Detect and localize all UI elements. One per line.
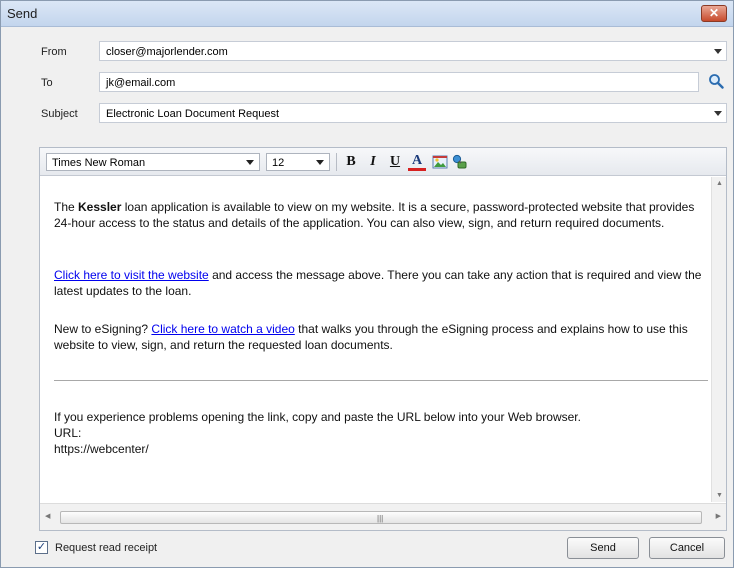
dialog-title: Send — [7, 6, 38, 21]
font-size-select[interactable]: 12 — [266, 153, 330, 171]
intro-paragraph: The Kessler loan application is availabl… — [54, 199, 708, 231]
message-divider — [54, 380, 708, 381]
message-editor: Times New Roman 12 B I U A The Kessler l… — [39, 147, 727, 531]
watch-video-link[interactable]: Click here to watch a video — [151, 322, 294, 336]
subject-label: Subject — [41, 108, 78, 120]
grip-icon: ||| — [377, 514, 384, 523]
font-color-icon[interactable]: A — [408, 153, 426, 171]
font-size-value: 12 — [272, 157, 285, 169]
url-label: URL: — [54, 426, 82, 440]
chevron-down-icon[interactable] — [714, 49, 722, 54]
troubleshoot-paragraph: If you experience problems opening the l… — [54, 409, 708, 457]
vertical-scrollbar[interactable]: ▲ ▼ — [711, 177, 726, 502]
check-icon: ✓ — [36, 541, 47, 553]
video-paragraph: New to eSigning? Click here to watch a v… — [54, 321, 708, 353]
horizontal-scroll-thumb[interactable]: ||| — [60, 511, 702, 524]
title-bar[interactable]: Send ✕ — [1, 1, 733, 27]
font-family-value: Times New Roman — [52, 157, 146, 169]
send-button[interactable]: Send — [567, 537, 639, 559]
search-icon[interactable] — [708, 73, 724, 89]
troubleshoot-text: If you experience problems opening the l… — [54, 410, 581, 424]
send-dialog: Send ✕ From closer@majorlender.com To jk… — [0, 0, 734, 568]
cancel-button[interactable]: Cancel — [649, 537, 725, 559]
horizontal-scrollbar[interactable]: ◀ ||| ▶ — [40, 503, 726, 530]
intro-text-pre: The — [54, 200, 79, 214]
formatting-toolbar: Times New Roman 12 B I U A — [40, 148, 726, 176]
scroll-right-icon[interactable]: ▶ — [716, 512, 721, 520]
insert-link-icon[interactable] — [452, 154, 468, 170]
video-text-pre: New to eSigning? — [54, 322, 152, 336]
subject-value: Electronic Loan Document Request — [106, 108, 280, 120]
website-paragraph: Click here to visit the website and acce… — [54, 267, 708, 299]
font-family-select[interactable]: Times New Roman — [46, 153, 260, 171]
close-icon: ✕ — [708, 6, 720, 20]
visit-website-link[interactable]: Click here to visit the website — [54, 268, 209, 282]
read-receipt-label: Request read receipt — [55, 542, 158, 554]
read-receipt-checkbox[interactable]: ✓ — [35, 541, 48, 554]
italic-icon[interactable]: I — [364, 153, 382, 171]
scroll-up-icon[interactable]: ▲ — [716, 180, 723, 187]
chevron-down-icon — [246, 160, 254, 165]
underline-icon[interactable]: U — [386, 153, 404, 171]
url-value: https://webcenter/ — [54, 442, 149, 456]
scroll-down-icon[interactable]: ▼ — [716, 492, 723, 499]
message-body[interactable]: The Kessler loan application is availabl… — [40, 177, 710, 502]
chevron-down-icon — [316, 160, 324, 165]
insert-image-icon[interactable] — [432, 154, 448, 170]
bold-icon[interactable]: B — [342, 153, 360, 171]
from-label: From — [41, 46, 67, 58]
subject-field[interactable]: Electronic Loan Document Request — [99, 103, 727, 123]
from-select[interactable]: closer@majorlender.com — [99, 41, 727, 61]
to-field[interactable]: jk@email.com — [99, 72, 699, 92]
close-button[interactable]: ✕ — [701, 5, 727, 22]
chevron-down-icon[interactable] — [714, 111, 722, 116]
intro-text-post: loan application is available to view on… — [54, 200, 695, 230]
to-label: To — [41, 77, 53, 89]
borrower-name: Kessler — [78, 200, 122, 214]
toolbar-divider — [336, 153, 337, 171]
scroll-left-icon[interactable]: ◀ — [45, 512, 50, 520]
from-value: closer@majorlender.com — [106, 46, 228, 58]
to-value: jk@email.com — [106, 77, 176, 89]
